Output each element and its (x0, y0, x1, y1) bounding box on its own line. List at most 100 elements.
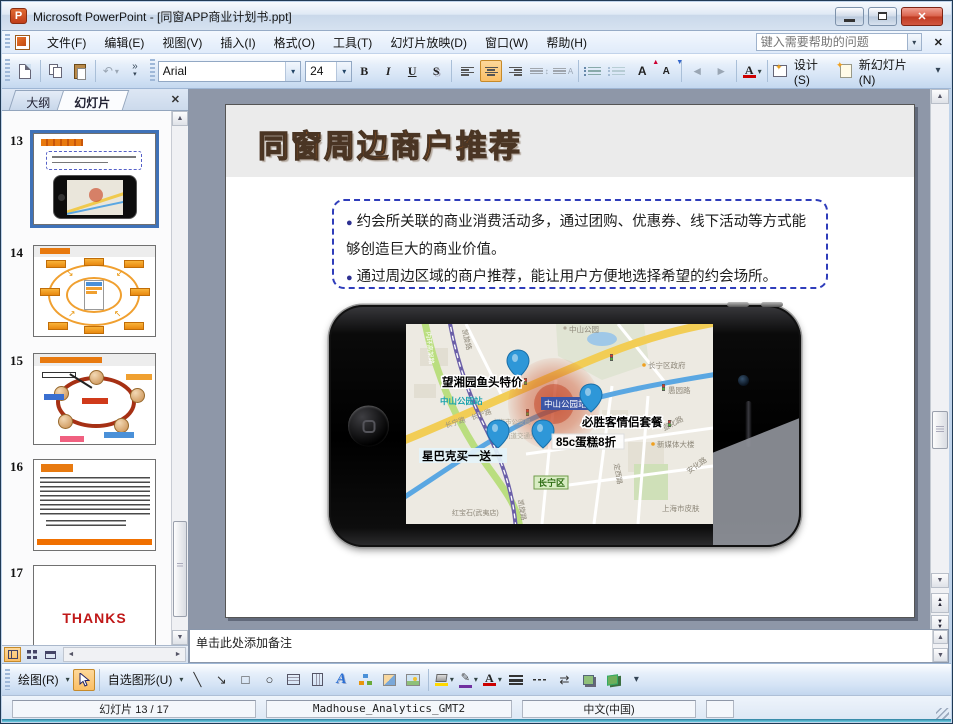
panel-scrollbar[interactable]: ▲ ▼ (171, 111, 188, 645)
numbering-button[interactable] (583, 60, 605, 82)
line-color-button[interactable]: ✎ ▾ (457, 669, 479, 691)
arrow-style-button[interactable]: ⇄ (553, 669, 575, 691)
slide-thumbnail-13[interactable] (33, 133, 156, 225)
autoshapes-menu-button[interactable]: 自选图形(U)▾ (104, 669, 185, 691)
menu-insert[interactable]: 插入(I) (211, 31, 264, 54)
toolbar-options-button[interactable]: ▾ (625, 669, 647, 691)
minimize-button[interactable] (835, 7, 864, 26)
font-size-dropdown-icon[interactable]: ▾ (336, 62, 351, 81)
close-button[interactable]: ✕ (901, 7, 943, 26)
bullets-button[interactable] (607, 60, 629, 82)
help-search-input[interactable] (756, 33, 908, 51)
previous-slide-button[interactable]: ▲▲ (931, 593, 949, 613)
slideshow-view-button[interactable] (42, 647, 59, 662)
dash-style-button[interactable] (529, 669, 551, 691)
iphone-image[interactable]: 中山公园站 中山公园站 长宁区 中山公园 长宁区政府 愚园路 宣化路 新媒体大楼… (329, 305, 801, 547)
menu-tools[interactable]: 工具(T) (324, 31, 381, 54)
toolbar-grip[interactable] (5, 34, 10, 49)
rectangle-tool-button[interactable]: □ (234, 669, 256, 691)
toolbar-options-button[interactable]: »▾ (124, 60, 146, 82)
undo-button[interactable]: ↶▾ (100, 60, 122, 82)
scroll-right-icon[interactable]: ► (171, 648, 185, 661)
font-name-combo[interactable]: Arial ▾ (158, 61, 301, 82)
toolbar-grip[interactable] (5, 669, 10, 691)
slide-thumbnail-14[interactable]: ↘↘ ↘↘ (33, 245, 156, 337)
slide-thumbnail-16[interactable] (33, 459, 156, 551)
notes-placeholder[interactable]: 单击此处添加备注 (196, 634, 292, 651)
scroll-up-icon[interactable]: ▲ (172, 111, 188, 126)
menu-slideshow[interactable]: 幻灯片放映(D) (381, 31, 476, 54)
scroll-down-icon[interactable]: ▼ (931, 573, 949, 588)
panel-close-icon[interactable]: ✕ (171, 93, 188, 106)
notes-pane[interactable]: 单击此处添加备注 ▲ ▼ (189, 629, 949, 663)
decrease-indent-button[interactable]: ◄ (686, 60, 708, 82)
fill-color-button[interactable]: ▾ (433, 669, 455, 691)
bold-button[interactable]: B (353, 60, 375, 82)
text-direction-button[interactable]: A (552, 60, 574, 82)
text-shadow-button[interactable]: S (425, 60, 447, 82)
vertical-text-box-button[interactable] (306, 669, 328, 691)
underline-button[interactable]: U (401, 60, 423, 82)
slide-thumbnail-17[interactable]: THANKS (33, 565, 156, 645)
line-style-button[interactable] (505, 669, 527, 691)
increase-font-button[interactable]: A▲ (631, 60, 653, 82)
menu-window[interactable]: 窗口(W) (476, 31, 537, 54)
scrollbar-thumb[interactable] (173, 521, 187, 617)
document-icon[interactable] (15, 35, 30, 50)
new-slide-button[interactable]: 新幻灯片(N) (839, 60, 926, 82)
diagram-button[interactable] (354, 669, 376, 691)
decrease-font-button[interactable]: A▼ (655, 60, 677, 82)
align-left-button[interactable] (456, 60, 478, 82)
arrow-tool-button[interactable]: ↘ (210, 669, 232, 691)
menu-format[interactable]: 格式(O) (265, 31, 324, 54)
3d-style-button[interactable] (601, 669, 623, 691)
font-color-button-2[interactable]: A ▾ (481, 669, 503, 691)
restore-button[interactable] (868, 7, 897, 26)
slide-title[interactable]: 同窗周边商户推荐 (258, 121, 522, 166)
menu-help[interactable]: 帮助(H) (537, 31, 596, 54)
scroll-up-icon[interactable]: ▲ (933, 630, 948, 644)
slide-canvas[interactable]: 同窗周边商户推荐 ●约会所关联的商业消费活动多，通过团购、优惠券、线下活动等方式… (225, 104, 915, 618)
draw-menu-button[interactable]: 绘图(R)▾ (14, 669, 71, 691)
slide-sorter-view-button[interactable] (23, 647, 40, 662)
design-button[interactable]: 设计(S) (772, 60, 837, 82)
font-color-dropdown-icon[interactable]: ▾ (758, 67, 762, 76)
scroll-left-icon[interactable]: ◄ (64, 648, 78, 661)
new-document-button[interactable] (14, 60, 36, 82)
line-spacing-button[interactable]: ↕ (528, 60, 550, 82)
wordart-button[interactable]: A (330, 669, 352, 691)
status-template-name[interactable]: Madhouse_Analytics_GMT2 (266, 700, 512, 718)
scrollbar-thumb[interactable] (932, 411, 948, 449)
normal-view-button[interactable] (4, 647, 21, 662)
clip-art-button[interactable] (378, 669, 400, 691)
italic-button[interactable]: I (377, 60, 399, 82)
menubar-close-icon[interactable]: ✕ (934, 36, 943, 49)
font-name-dropdown-icon[interactable]: ▾ (285, 62, 300, 81)
slide-text-box[interactable]: ●约会所关联的商业消费活动多，通过团购、优惠券、线下活动等方式能够创造巨大的商业… (332, 199, 828, 289)
menu-view[interactable]: 视图(V) (153, 31, 211, 54)
panel-horizontal-scrollbar[interactable]: ◄ ► (63, 647, 186, 662)
notes-scrollbar[interactable]: ▲ ▼ (932, 630, 948, 662)
menu-file[interactable]: 文件(F) (38, 31, 95, 54)
oval-tool-button[interactable]: ○ (258, 669, 280, 691)
status-language[interactable]: 中文(中国) (522, 700, 696, 718)
toolbar-grip[interactable] (150, 59, 155, 83)
paste-button[interactable] (69, 60, 91, 82)
insert-picture-button[interactable] (402, 669, 424, 691)
toolbar-grip[interactable] (5, 59, 10, 83)
slide-thumbnail-15[interactable] (33, 353, 156, 445)
scroll-down-icon[interactable]: ▼ (172, 630, 188, 645)
scroll-up-icon[interactable]: ▲ (931, 89, 949, 104)
main-scrollbar[interactable]: ▲ ▼ ▲▲ ▼▼ (930, 89, 949, 641)
shadow-style-button[interactable] (577, 669, 599, 691)
align-right-button[interactable] (504, 60, 526, 82)
line-tool-button[interactable]: ╲ (186, 669, 208, 691)
scroll-down-icon[interactable]: ▼ (933, 648, 948, 662)
help-dropdown-icon[interactable]: ▾ (908, 33, 922, 51)
select-objects-button[interactable] (73, 669, 95, 691)
menu-edit[interactable]: 编辑(E) (95, 31, 153, 54)
toolbar-options-button[interactable]: ▾ (927, 60, 949, 82)
text-box-button[interactable] (282, 669, 304, 691)
tab-slides[interactable]: 幻灯片 (57, 90, 130, 110)
increase-indent-button[interactable]: ► (710, 60, 732, 82)
